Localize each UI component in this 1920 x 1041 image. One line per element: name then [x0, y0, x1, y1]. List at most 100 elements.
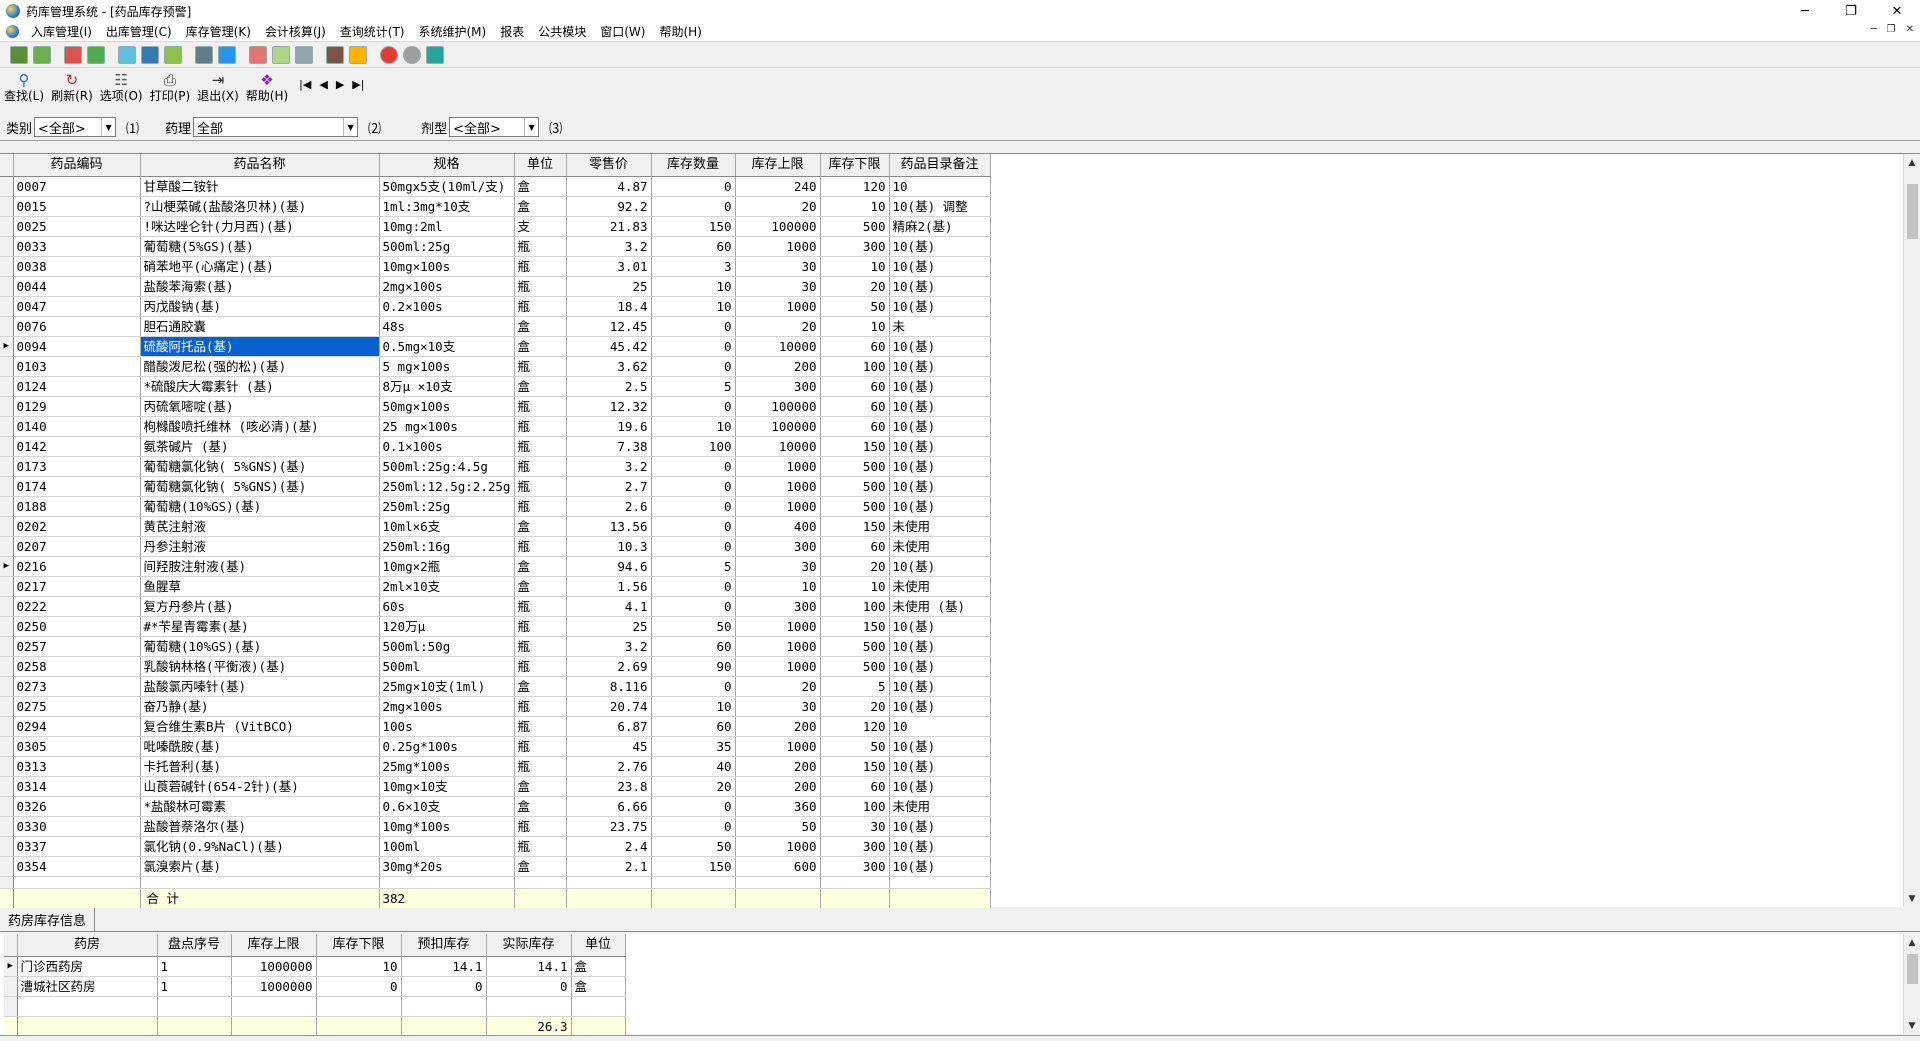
- table-cell[interactable]: 10.3: [566, 536, 652, 557]
- table-cell[interactable]: 1000: [735, 736, 821, 757]
- table-cell[interactable]: 0: [651, 356, 736, 377]
- table-cell[interactable]: 20: [820, 556, 890, 577]
- row-indicator[interactable]: [0, 796, 14, 817]
- find-button[interactable]: ⚲ 查找(L): [4, 72, 44, 105]
- table-cell[interactable]: 150: [820, 616, 890, 637]
- table-cell[interactable]: 10(基): [889, 676, 991, 697]
- table-row[interactable]: 0076 胆石通胶囊 48s 盒 12.45 0 20 10 未: [0, 316, 991, 337]
- table-row[interactable]: 0140 枸橼酸喷托维林 (咳必清)(基) 25 mg×100s 瓶 19.6 10 100…: [0, 416, 991, 437]
- table-cell[interactable]: 48s: [379, 316, 515, 337]
- table-row[interactable]: 0188 葡萄糖(10%GS)(基) 250ml:25g 瓶 2.6 0 1000 500 10…: [0, 496, 991, 517]
- table-cell[interactable]: 0217: [13, 576, 141, 597]
- table-cell[interactable]: 葡萄糖氯化钠( 5%GNS)(基): [140, 476, 380, 497]
- table-cell[interactable]: 0044: [13, 276, 141, 297]
- table-cell[interactable]: 瓶: [514, 596, 567, 617]
- table-cell[interactable]: 10: [820, 256, 890, 277]
- table-cell[interactable]: 10(基): [889, 356, 991, 377]
- table-cell[interactable]: [651, 876, 736, 889]
- table-cell[interactable]: 10(基): [889, 276, 991, 297]
- table-row[interactable]: 0354 氯溴索片(基) 30mg*20s 盒 2.1 150 600 300 10(基): [0, 856, 991, 877]
- table-cell[interactable]: 10(基): [889, 616, 991, 637]
- table-row[interactable]: 0129 丙硫氧嘧啶(基) 50mg×100s 瓶 12.32 0 100000 60 10(基…: [0, 396, 991, 417]
- table-cell[interactable]: 未使用: [889, 516, 991, 537]
- table-icon[interactable]: [141, 45, 159, 64]
- table-cell[interactable]: 盐酸氯丙嗪针(基): [140, 676, 380, 697]
- table-cell[interactable]: 50: [651, 836, 736, 857]
- menu-help[interactable]: 帮助(H): [652, 23, 708, 40]
- table-cell[interactable]: 10(基): [889, 416, 991, 437]
- table-cell[interactable]: 胆石通胶囊: [140, 316, 380, 337]
- table-row[interactable]: 0217 鱼腥草 2ml×10支盒 1.56 0 10 10 未使用: [0, 576, 991, 597]
- table-cell[interactable]: 3.2: [566, 636, 652, 657]
- table-cell[interactable]: [157, 996, 232, 1017]
- table-cell[interactable]: 1000000: [231, 976, 317, 997]
- table-cell[interactable]: 45.42: [566, 336, 652, 357]
- table-cell[interactable]: 0: [651, 516, 736, 537]
- table-cell[interactable]: 500: [820, 636, 890, 657]
- table-cell[interactable]: 1ml:3mg*10支: [379, 196, 515, 217]
- scroll-thumb[interactable]: [1907, 954, 1918, 984]
- table-row[interactable]: 0294 复合维生素B片 (VitBCO) 100s 瓶 6.87 60 200 120 10: [0, 716, 991, 737]
- mdi-child-icon[interactable]: [6, 25, 19, 38]
- table-cell[interactable]: 35: [651, 736, 736, 757]
- table-cell[interactable]: 2.7: [566, 476, 652, 497]
- table-cell[interactable]: 盐酸普萘洛尔(基): [140, 816, 380, 837]
- col-header[interactable]: 零售价: [566, 154, 652, 177]
- table-cell[interactable]: 200: [735, 356, 821, 377]
- table-cell[interactable]: 400: [735, 516, 821, 537]
- table-cell[interactable]: 0094: [13, 336, 141, 357]
- table-cell[interactable]: 瓶: [514, 436, 567, 457]
- table-cell[interactable]: 0: [651, 596, 736, 617]
- table-cell[interactable]: 5 mg×100s: [379, 356, 515, 377]
- table-cell[interactable]: 复方丹参片(基): [140, 596, 380, 617]
- table-cell[interactable]: 10000: [735, 436, 821, 457]
- table-cell[interactable]: 0: [651, 796, 736, 817]
- table-cell[interactable]: 未使用: [889, 796, 991, 817]
- table-cell[interactable]: 60: [651, 236, 736, 257]
- table-cell[interactable]: 10: [735, 576, 821, 597]
- table-cell[interactable]: 瓶: [514, 536, 567, 557]
- table-cell[interactable]: 20: [735, 316, 821, 337]
- table-row[interactable]: 0174 葡萄糖氯化钠( 5%GNS)(基) 250ml:12.5g:2.25g 瓶 2…: [0, 476, 991, 497]
- menu-system[interactable]: 系统维护(M): [412, 23, 494, 40]
- table-cell[interactable]: 13.56: [566, 516, 652, 537]
- table-cell[interactable]: 8.116: [566, 676, 652, 697]
- document-icon[interactable]: [64, 45, 82, 64]
- table-cell[interactable]: 瓶: [514, 756, 567, 777]
- table-cell[interactable]: 10mg×100s: [379, 256, 515, 277]
- table-cell[interactable]: 盒: [514, 176, 567, 197]
- table-cell[interactable]: 10(基): [889, 856, 991, 877]
- table-cell[interactable]: 0: [651, 676, 736, 697]
- table-cell[interactable]: 盒: [571, 956, 626, 977]
- table-cell[interactable]: 150: [820, 756, 890, 777]
- table-cell[interactable]: 盒: [514, 676, 567, 697]
- table-cell[interactable]: 50: [651, 616, 736, 637]
- col-header[interactable]: 单位: [514, 154, 567, 177]
- table-row[interactable]: 0025 !咪达唑仑针(力月西)(基) 10mg:2ml 支 21.83 150 10000…: [0, 216, 991, 237]
- row-indicator[interactable]: [4, 996, 18, 1017]
- table-cell[interactable]: 10: [889, 716, 991, 737]
- table-cell[interactable]: 盒: [514, 776, 567, 797]
- table-cell[interactable]: 0140: [13, 416, 141, 437]
- table-cell[interactable]: 黄芪注射液: [140, 516, 380, 537]
- table-cell[interactable]: 25: [566, 276, 652, 297]
- table-cell[interactable]: 葡萄糖(10%GS)(基): [140, 496, 380, 517]
- menu-outbound[interactable]: 出库管理(C): [99, 23, 179, 40]
- table-cell[interactable]: 0: [651, 816, 736, 837]
- table-cell[interactable]: 3: [651, 256, 736, 277]
- table-cell[interactable]: 20: [820, 276, 890, 297]
- table-cell[interactable]: 0174: [13, 476, 141, 497]
- row-indicator[interactable]: [0, 496, 14, 517]
- table-cell[interactable]: 0337: [13, 836, 141, 857]
- row-indicator[interactable]: [0, 416, 14, 437]
- table-row[interactable]: ▶ 0216 间羟胺注射液(基) 10mg×2瓶盒 94.6 5 30 20 10(基): [0, 556, 991, 577]
- table-row[interactable]: 0015 ?山梗菜碱(盐酸洛贝林)(基) 1ml:3mg*10支盒 92.2 0 20 10…: [0, 196, 991, 217]
- table-cell[interactable]: 60s: [379, 596, 515, 617]
- scroll-down-icon[interactable]: ▼: [1904, 890, 1920, 907]
- book-icon[interactable]: [118, 45, 136, 64]
- current-row-icon[interactable]: ▶: [0, 556, 14, 577]
- table-cell[interactable]: 0: [651, 176, 736, 197]
- car-icon[interactable]: [326, 45, 344, 64]
- table-cell[interactable]: [514, 876, 567, 889]
- table-cell[interactable]: 200: [735, 716, 821, 737]
